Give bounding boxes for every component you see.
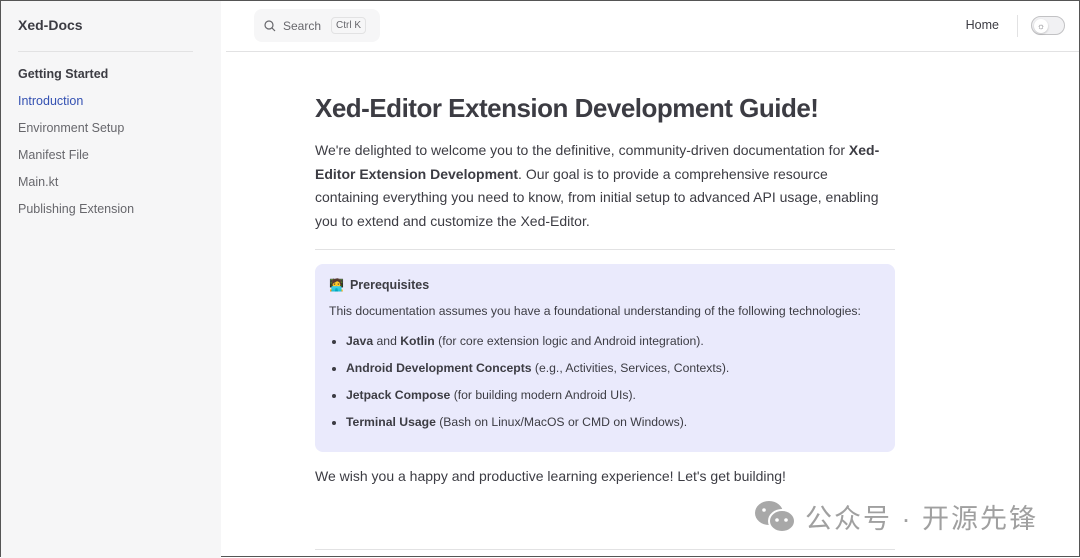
sidebar-item-introduction[interactable]: Introduction bbox=[18, 94, 134, 121]
divider bbox=[1017, 15, 1018, 37]
item-text: (Bash on Linux/MacOS or CMD on Windows). bbox=[435, 415, 688, 429]
sidebar-section-title: Getting Started bbox=[18, 67, 109, 81]
item-bold: Android Development Concepts bbox=[346, 361, 532, 375]
outro-paragraph: We wish you a happy and productive learn… bbox=[315, 468, 786, 484]
prerequisites-callout: 🧑‍💻 Prerequisites This documentation assu… bbox=[315, 264, 895, 452]
item-text: and bbox=[373, 334, 401, 348]
divider bbox=[315, 249, 895, 250]
item-bold: Java bbox=[346, 334, 374, 348]
search-label: Search bbox=[283, 18, 322, 33]
sidebar-item-main-kt[interactable]: Main.kt bbox=[18, 175, 134, 202]
site-logo[interactable]: Xed-Docs bbox=[18, 17, 83, 33]
intro-paragraph: We're delighted to welcome you to the de… bbox=[315, 139, 895, 233]
prerequisites-list: Java and Kotlin (for core extension logi… bbox=[329, 334, 881, 442]
list-item: Java and Kotlin (for core extension logi… bbox=[346, 334, 881, 361]
theme-toggle[interactable]: ☼ bbox=[1031, 16, 1065, 35]
divider bbox=[18, 51, 193, 52]
callout-text: This documentation assumes you have a fo… bbox=[329, 304, 861, 318]
search-button[interactable]: Search Ctrl K bbox=[254, 9, 380, 42]
top-bar: Search Ctrl K Home ☼ bbox=[226, 1, 1079, 52]
technologist-icon: 🧑‍💻 bbox=[329, 278, 344, 292]
list-item: Android Development Concepts (e.g., Acti… bbox=[346, 361, 881, 388]
list-item: Jetpack Compose (for building modern And… bbox=[346, 388, 881, 415]
item-bold: Jetpack Compose bbox=[346, 388, 451, 402]
item-text: (e.g., Activities, Services, Contexts). bbox=[531, 361, 730, 375]
watermark: 公众号 · 开源先锋 bbox=[753, 497, 1038, 536]
item-bold: Kotlin bbox=[400, 334, 435, 348]
divider bbox=[315, 549, 895, 550]
wechat-icon bbox=[755, 500, 796, 533]
item-bold: Terminal Usage bbox=[346, 415, 436, 429]
sidebar-nav: Getting Started Introduction Environment… bbox=[18, 67, 134, 229]
content: Xed-Editor Extension Development Guide! … bbox=[315, 93, 895, 484]
intro-text: We're delighted to welcome you to the de… bbox=[315, 142, 849, 158]
shortcut-hint: Ctrl K bbox=[331, 17, 367, 34]
watermark-text: 公众号 · 开源先锋 bbox=[805, 504, 1038, 534]
callout-title: Prerequisites bbox=[349, 278, 430, 292]
page-title: Xed-Editor Extension Development Guide! bbox=[315, 93, 819, 123]
sidebar: Xed-Docs Getting Started Introduction En… bbox=[1, 1, 221, 558]
search-icon bbox=[264, 19, 276, 31]
sidebar-item-manifest-file[interactable]: Manifest File bbox=[18, 148, 134, 175]
list-item: Terminal Usage (Bash on Linux/MacOS or C… bbox=[346, 415, 881, 442]
nav-home-link[interactable]: Home bbox=[966, 18, 999, 32]
sidebar-item-publishing-extension[interactable]: Publishing Extension bbox=[18, 202, 134, 229]
sidebar-item-environment-setup[interactable]: Environment Setup bbox=[18, 121, 134, 148]
item-text: (for core extension logic and Android in… bbox=[434, 334, 704, 348]
item-text: (for building modern Android UIs). bbox=[450, 388, 636, 402]
sun-icon: ☼ bbox=[1034, 18, 1048, 33]
